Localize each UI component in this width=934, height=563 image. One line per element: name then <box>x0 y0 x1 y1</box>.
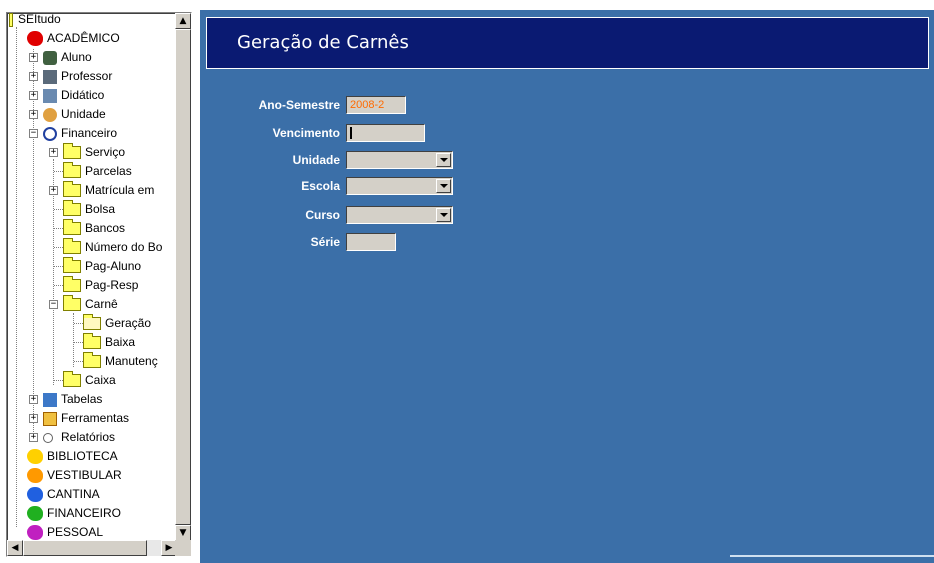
curso-label: Curso <box>305 208 340 222</box>
tree-connector <box>54 228 63 229</box>
open-folder-icon <box>83 314 101 330</box>
folder-icon <box>63 295 81 311</box>
folder-icon <box>63 162 81 178</box>
document-icon <box>9 13 13 27</box>
folder-icon <box>63 257 81 273</box>
expand-icon[interactable]: + <box>29 395 38 404</box>
bottom-strip <box>730 555 934 557</box>
serie-field[interactable] <box>346 233 396 251</box>
tree-connector <box>74 361 83 362</box>
horizontal-scroll-thumb[interactable] <box>23 540 147 556</box>
student-icon <box>43 51 57 65</box>
folder-icon <box>63 219 81 235</box>
collapse-icon[interactable]: − <box>49 300 58 309</box>
tree-connector <box>74 342 83 343</box>
tree-connector <box>54 171 63 172</box>
expand-icon[interactable]: + <box>29 91 38 100</box>
vencimento-field[interactable] <box>346 124 425 142</box>
collapse-icon[interactable]: − <box>29 129 38 138</box>
vestibular-blob-icon <box>27 468 43 483</box>
expand-icon[interactable]: + <box>49 186 58 195</box>
tree-content: SEItudo ACADÊMICO + Aluno + Professor + … <box>7 13 177 541</box>
academico-blob-icon <box>27 31 43 46</box>
expand-icon[interactable]: + <box>29 414 38 423</box>
vertical-scrollbar[interactable]: ▲ ▼ <box>175 13 191 541</box>
folder-icon <box>63 371 81 387</box>
expand-icon[interactable]: + <box>49 148 58 157</box>
pessoal-blob-icon <box>27 525 43 540</box>
escola-label: Escola <box>301 179 340 193</box>
expand-icon[interactable]: + <box>29 110 38 119</box>
expand-icon[interactable]: + <box>29 53 38 62</box>
professor-icon <box>43 70 57 84</box>
dropdown-arrow-icon[interactable] <box>436 208 451 222</box>
page-title: Geração de Carnês <box>237 32 409 53</box>
money-icon <box>43 127 57 141</box>
main-panel: Geração de Carnês Ano-Semestre 2008-2 Ve… <box>200 10 934 563</box>
tree-connector <box>54 209 63 210</box>
serie-label: Série <box>310 235 340 249</box>
tree-connector <box>54 247 63 248</box>
folder-icon <box>63 200 81 216</box>
tools-icon <box>43 412 57 426</box>
folder-icon <box>83 352 101 368</box>
tree-connector <box>54 266 63 267</box>
unidade-label: Unidade <box>292 153 340 167</box>
folder-icon <box>63 181 81 197</box>
globe-icon <box>43 108 57 122</box>
biblioteca-blob-icon <box>27 449 43 464</box>
folder-icon <box>63 238 81 254</box>
ano-semestre-label: Ano-Semestre <box>258 98 340 112</box>
financeiro-blob-icon <box>27 506 43 521</box>
escola-select[interactable] <box>346 177 453 195</box>
navigation-tree[interactable]: SEItudo ACADÊMICO + Aluno + Professor + … <box>6 12 192 557</box>
title-bar: Geração de Carnês <box>206 17 929 69</box>
tree-connector <box>54 380 63 381</box>
dropdown-arrow-icon[interactable] <box>436 179 451 193</box>
tree-connector <box>54 285 63 286</box>
table-icon <box>43 393 57 407</box>
expand-icon[interactable]: + <box>29 433 38 442</box>
text-caret <box>350 127 352 139</box>
tree-connector <box>16 27 17 527</box>
book-icon <box>43 89 57 103</box>
scroll-down-button[interactable]: ▼ <box>175 525 191 541</box>
folder-icon <box>63 276 81 292</box>
folder-icon <box>63 143 81 159</box>
vertical-scroll-thumb[interactable] <box>175 29 191 525</box>
horizontal-scrollbar[interactable]: ◀ ▶ <box>7 540 177 556</box>
tree-connector <box>74 323 83 324</box>
scroll-up-button[interactable]: ▲ <box>175 13 191 29</box>
tree-connector <box>33 49 34 434</box>
scroll-left-button[interactable]: ◀ <box>7 540 23 556</box>
ano-semestre-field[interactable]: 2008-2 <box>346 96 406 114</box>
dropdown-arrow-icon[interactable] <box>436 153 451 167</box>
expand-icon[interactable]: + <box>29 72 38 81</box>
curso-select[interactable] <box>346 206 453 224</box>
report-icon <box>43 433 53 443</box>
cantina-blob-icon <box>27 487 43 502</box>
unidade-select[interactable] <box>346 151 453 169</box>
tree-connector <box>73 313 74 367</box>
scrollbar-corner <box>175 540 191 556</box>
vencimento-label: Vencimento <box>272 126 340 140</box>
folder-icon <box>83 333 101 349</box>
